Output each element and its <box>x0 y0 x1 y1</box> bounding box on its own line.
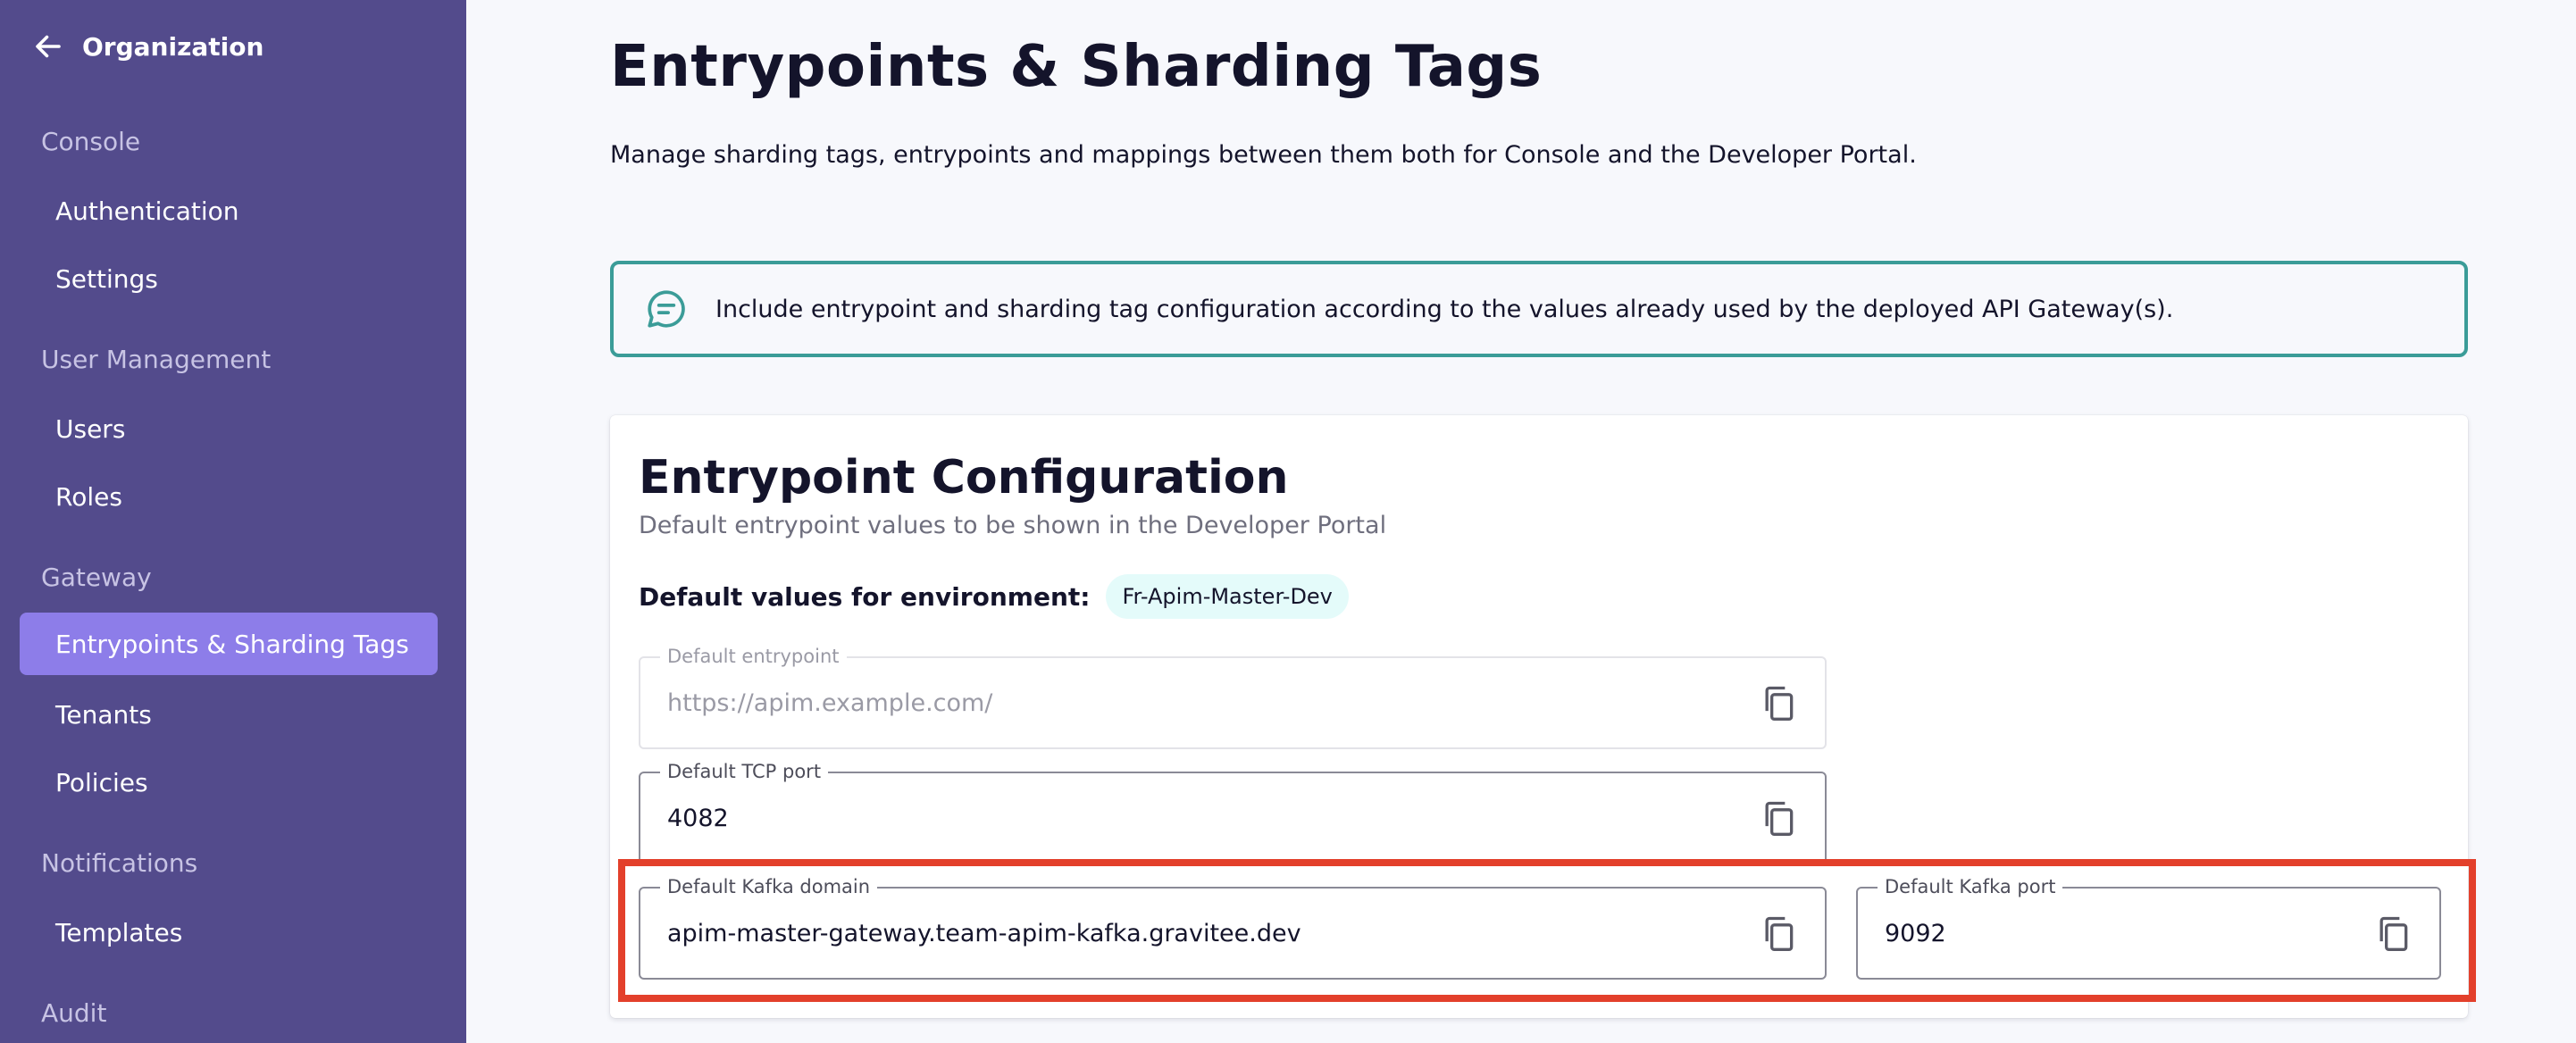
default-kafka-domain-input[interactable]: apim-master-gateway.team-apim-kafka.grav… <box>667 889 1744 978</box>
page-title: Entrypoints & Sharding Tags <box>610 34 1543 100</box>
sidebar: Organization Console Authentication Sett… <box>0 0 466 1043</box>
copy-tcp-port-button[interactable] <box>1755 795 1802 841</box>
sidebar-item-tenants[interactable]: Tenants <box>20 683 438 746</box>
section-title-console: Console <box>41 127 141 156</box>
default-entrypoint-input: https://apim.example.com/ <box>667 688 993 717</box>
arrow-left-icon <box>36 35 61 58</box>
back-link-label: Organization <box>82 31 264 62</box>
copy-icon <box>1765 916 1794 951</box>
info-banner: Include entrypoint and sharding tag conf… <box>610 261 2468 357</box>
sidebar-item-policies[interactable]: Policies <box>20 751 438 814</box>
sidebar-item-entrypoints-sharding-tags[interactable]: Entrypoints & Sharding Tags <box>20 613 438 675</box>
copy-icon <box>1765 686 1794 721</box>
section-title-gateway: Gateway <box>41 563 152 592</box>
copy-kafka-domain-button[interactable] <box>1755 910 1802 956</box>
default-tcp-port-field[interactable]: Default TCP port 4082 <box>639 761 1827 864</box>
default-kafka-domain-field[interactable]: Default Kafka domain apim-master-gateway… <box>639 876 1827 980</box>
copy-kafka-port-button[interactable] <box>2370 910 2416 956</box>
default-kafka-port-input[interactable]: 9092 <box>1885 889 2359 978</box>
card-title: Entrypoint Configuration <box>639 451 1289 505</box>
sidebar-item-settings[interactable]: Settings <box>20 247 438 310</box>
app-root: Organization Console Authentication Sett… <box>0 0 2576 1043</box>
environment-label: Default values for environment: <box>639 581 1091 612</box>
entrypoint-configuration-card: Entrypoint Configuration Default entrypo… <box>610 415 2468 1018</box>
sidebar-item-roles[interactable]: Roles <box>20 465 438 528</box>
card-subtitle: Default entrypoint values to be shown in… <box>639 512 1387 539</box>
default-tcp-port-input[interactable]: 4082 <box>667 773 1744 863</box>
copy-icon <box>2379 916 2408 951</box>
chat-bubble-icon <box>648 290 685 328</box>
main-content: Entrypoints & Sharding Tags Manage shard… <box>466 0 2576 1043</box>
section-title-notifications: Notifications <box>41 848 198 878</box>
sidebar-item-templates[interactable]: Templates <box>20 901 438 964</box>
section-title-user-management: User Management <box>41 345 272 374</box>
page-description: Manage sharding tags, entrypoints and ma… <box>610 141 1917 169</box>
back-to-organization-link[interactable]: Organization <box>32 27 263 66</box>
sidebar-item-authentication[interactable]: Authentication <box>20 179 438 242</box>
default-kafka-port-field[interactable]: Default Kafka port 9092 <box>1856 876 2441 980</box>
sidebar-item-users[interactable]: Users <box>20 397 438 460</box>
environment-row: Default values for environment: Fr-Apim-… <box>639 572 1349 621</box>
default-entrypoint-field: Default entrypoint https://apim.example.… <box>639 646 1827 749</box>
copy-default-entrypoint-button[interactable] <box>1755 680 1802 726</box>
section-title-audit: Audit <box>41 998 107 1028</box>
copy-icon <box>1765 801 1794 836</box>
info-banner-text: Include entrypoint and sharding tag conf… <box>715 295 2174 323</box>
environment-chip: Fr-Apim-Master-Dev <box>1106 574 1349 619</box>
